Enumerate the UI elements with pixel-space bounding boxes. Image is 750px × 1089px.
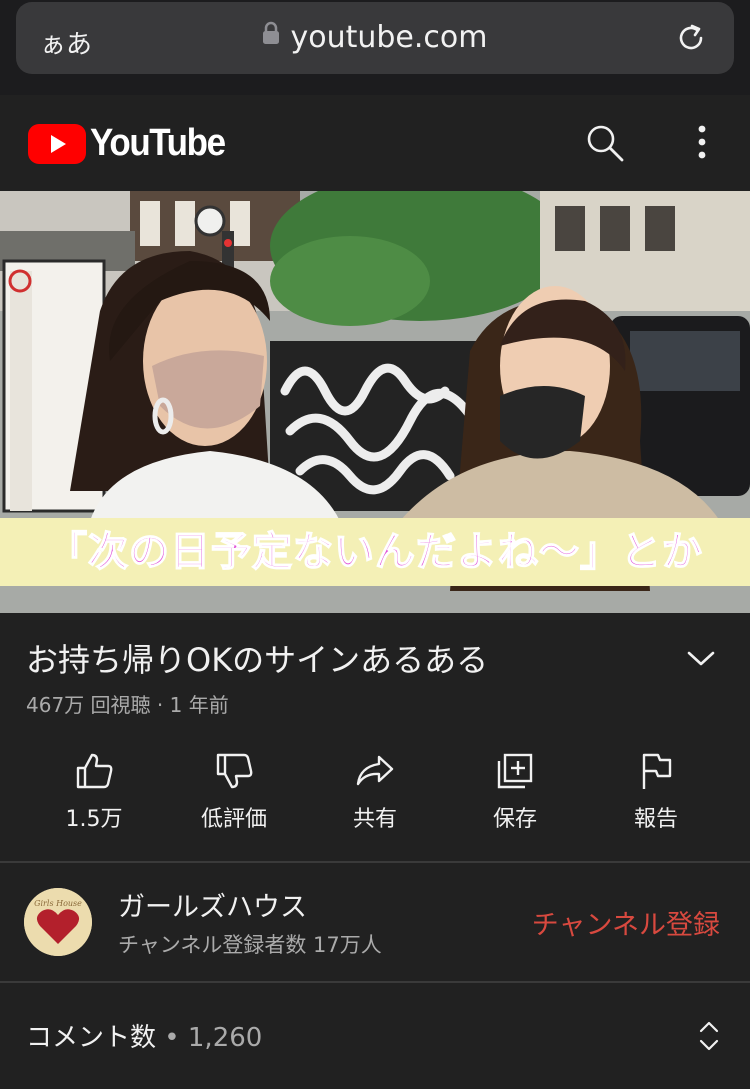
url-display[interactable]: youtube.com [16, 20, 734, 57]
thumb-down-icon [216, 753, 253, 789]
dislike-label: 低評価 [200, 807, 267, 832]
video-title[interactable]: お持ち帰りOKのサインあるある [26, 635, 488, 681]
comments-label: コメント数 [26, 1023, 157, 1053]
svg-text:Girls House: Girls House [34, 899, 82, 908]
url-text: youtube.com [290, 20, 488, 55]
channel-row[interactable]: Girls House ガールズハウス チャンネル登録者数 17万人 チャンネル… [0, 863, 750, 981]
more-vert-icon[interactable] [690, 123, 714, 167]
comments-separator: • [156, 1023, 188, 1053]
report-button[interactable]: 報告 [586, 751, 726, 833]
browser-address-bar: ぁあ youtube.com [0, 0, 750, 95]
youtube-logo-text: YouTube [90, 122, 226, 164]
save-playlist-icon [497, 753, 533, 789]
reload-icon[interactable] [674, 21, 708, 59]
channel-avatar[interactable]: Girls House [24, 888, 92, 956]
youtube-play-logo-icon [28, 123, 86, 164]
heart-logo-icon: Girls House [24, 888, 92, 956]
channel-name[interactable]: ガールズハウス [118, 885, 307, 924]
comments-row[interactable]: コメント数 • 1,260 [0, 983, 750, 1089]
video-info: お持ち帰りOKのサインあるある 467万 回視聴 · 1 年前 1.5万 低評価… [0, 613, 750, 861]
subscribe-button[interactable]: チャンネル登録 [532, 903, 720, 942]
video-meta: 467万 回視聴 · 1 年前 [26, 689, 229, 718]
save-label: 保存 [492, 807, 537, 832]
share-button[interactable]: 共有 [305, 751, 445, 833]
share-label: 共有 [352, 807, 397, 832]
unfold-icon[interactable] [697, 1020, 721, 1056]
lock-icon [262, 18, 280, 54]
like-count: 1.5万 [65, 807, 123, 832]
report-label: 報告 [633, 807, 678, 832]
share-icon [356, 755, 394, 786]
video-player[interactable]: 「次の日予定ないんだよね〜」とか [0, 191, 750, 613]
youtube-logo[interactable]: YouTube [28, 122, 236, 165]
video-caption: 「次の日予定ないんだよね〜」とか [0, 518, 750, 586]
youtube-header: YouTube [0, 95, 750, 191]
chevron-down-icon[interactable] [686, 649, 716, 673]
meta-separator: · [156, 693, 164, 717]
upload-age: 1 年前 [169, 693, 229, 717]
dislike-button[interactable]: 低評価 [164, 751, 304, 833]
view-count: 467万 回視聴 [26, 693, 151, 717]
thumb-up-icon [76, 753, 113, 789]
comments-count: 1,260 [187, 1023, 263, 1053]
action-row: 1.5万 低評価 共有 保存 報告 [0, 751, 750, 841]
flag-icon [642, 753, 672, 789]
save-button[interactable]: 保存 [445, 751, 585, 833]
like-button[interactable]: 1.5万 [24, 751, 164, 833]
search-icon[interactable] [585, 123, 625, 167]
comments-header: コメント数 • 1,260 [26, 1017, 262, 1054]
url-field[interactable]: ぁあ youtube.com [16, 2, 734, 74]
subscriber-count: チャンネル登録者数 17万人 [118, 933, 382, 957]
